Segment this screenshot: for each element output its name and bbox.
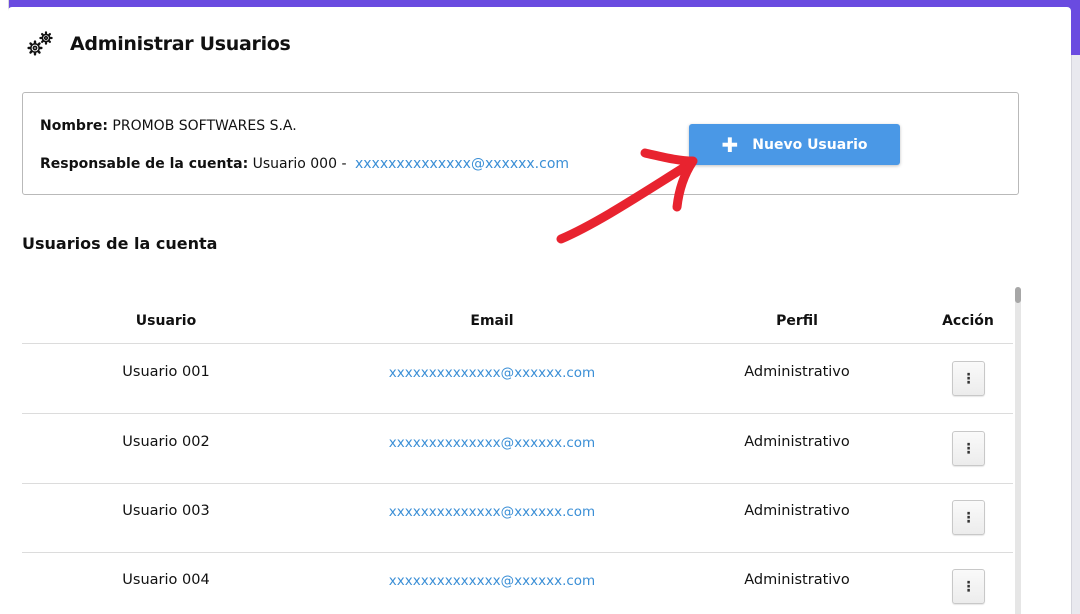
gears-icon (24, 29, 56, 59)
row-actions-cell: ⋮ (952, 431, 985, 466)
email-link[interactable]: xxxxxxxxxxxxxx@xxxxxx.com (362, 573, 622, 589)
red-arrow-annotation (556, 148, 698, 244)
column-header-user[interactable]: Usuario (82, 313, 250, 329)
table-scrollbar[interactable] (1015, 287, 1021, 614)
page-title: Administrar Usuarios (70, 33, 291, 55)
account-owner-line: Responsable de la cuenta: Usuario 000 - … (40, 156, 569, 172)
account-owner-email-link[interactable]: xxxxxxxxxxxxxx@xxxxxx.com (355, 156, 569, 172)
kebab-menu-icon[interactable]: ⋮ (952, 361, 985, 396)
new-user-button-label: Nuevo Usuario (752, 136, 868, 153)
users-table: Usuario Email Perfil Acción Usuario 001 … (22, 292, 1013, 614)
email-link[interactable]: xxxxxxxxxxxxxx@xxxxxx.com (362, 365, 622, 381)
account-name-line: Nombre: PROMOB SOFTWARES S.A. (40, 118, 297, 134)
kebab-menu-icon[interactable]: ⋮ (952, 431, 985, 466)
table-row: Usuario 002 xxxxxxxxxxxxxx@xxxxxx.com Ad… (22, 414, 1013, 484)
column-header-action: Acción (942, 313, 994, 329)
users-table-header: Usuario Email Perfil Acción (22, 292, 1013, 344)
table-row: Usuario 004 xxxxxxxxxxxxxx@xxxxxx.com Ad… (22, 552, 1013, 614)
account-owner-value: Usuario 000 - (252, 156, 347, 172)
profile-cell: Administrativo (744, 503, 850, 519)
kebab-menu-icon[interactable]: ⋮ (952, 569, 985, 604)
new-user-button[interactable]: ✚ Nuevo Usuario (689, 124, 900, 165)
account-name-label: Nombre: (40, 118, 108, 134)
user-cell: Usuario 004 (122, 572, 210, 588)
page-header: Administrar Usuarios (24, 29, 291, 59)
column-header-profile[interactable]: Perfil (707, 313, 887, 329)
email-link[interactable]: xxxxxxxxxxxxxx@xxxxxx.com (362, 435, 622, 451)
email-link[interactable]: xxxxxxxxxxxxxx@xxxxxx.com (362, 504, 622, 520)
user-cell: Usuario 003 (122, 503, 210, 519)
table-row: Usuario 001 xxxxxxxxxxxxxx@xxxxxx.com Ad… (22, 344, 1013, 414)
account-name-value: PROMOB SOFTWARES S.A. (112, 118, 297, 134)
user-cell: Usuario 002 (122, 434, 210, 450)
plus-icon: ✚ (721, 132, 739, 157)
users-section-title: Usuarios de la cuenta (22, 234, 218, 253)
user-cell: Usuario 001 (122, 364, 210, 380)
scrollbar-thumb[interactable] (1015, 287, 1021, 303)
kebab-menu-icon[interactable]: ⋮ (952, 500, 985, 535)
profile-cell: Administrativo (744, 364, 850, 380)
main-window: Administrar Usuarios Nombre: PROMOB SOFT… (8, 7, 1071, 614)
profile-cell: Administrativo (744, 572, 850, 588)
row-actions-cell: ⋮ (952, 500, 985, 535)
table-row: Usuario 003 xxxxxxxxxxxxxx@xxxxxx.com Ad… (22, 483, 1013, 553)
page-background-right (1071, 55, 1080, 614)
account-owner-label: Responsable de la cuenta: (40, 156, 249, 172)
row-actions-cell: ⋮ (952, 361, 985, 396)
row-actions-cell: ⋮ (952, 569, 985, 604)
profile-cell: Administrativo (744, 434, 850, 450)
column-header-email[interactable]: Email (362, 313, 622, 329)
